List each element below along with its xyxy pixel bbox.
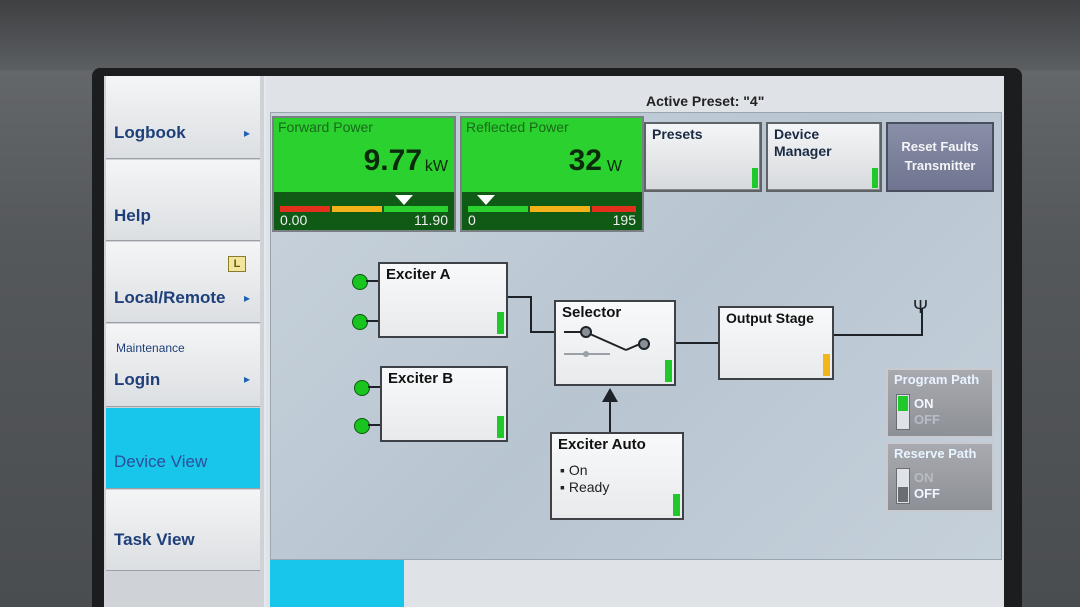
meter-value: 32: [568, 144, 602, 177]
local-mode-badge: L: [228, 256, 246, 272]
forward-power-meter[interactable]: Forward Power 9.77 kW 0.00 11.90: [272, 116, 456, 232]
meter-unit: kW: [424, 158, 448, 175]
program-path-panel[interactable]: Program Path ON OFF: [886, 368, 994, 438]
exciter-b-block[interactable]: Exciter B: [380, 366, 508, 442]
selector-block[interactable]: Selector: [554, 300, 676, 386]
chevron-right-icon: ▸: [243, 126, 250, 140]
scale-segment-amber: [332, 206, 382, 212]
reserve-path-panel[interactable]: Reserve Path ON OFF: [886, 442, 994, 512]
sidebar-item-label: Logbook: [114, 123, 186, 142]
status-indicator: [823, 354, 830, 376]
connector-wire: [366, 280, 378, 282]
chevron-right-icon: ▸: [243, 372, 250, 386]
sidebar: Logbook ▸ Help L Local/Remote ▸ Maintena…: [104, 76, 264, 607]
antenna-icon: Ψ: [913, 297, 929, 317]
option-on: ON: [914, 470, 934, 485]
connector-wire: [609, 402, 611, 432]
meter-value: 9.77: [363, 144, 422, 177]
block-title: Exciter A: [386, 266, 451, 283]
status-indicator: [872, 168, 878, 188]
status-indicator: [673, 494, 680, 516]
option-on: ON: [914, 396, 934, 411]
device-manager-button[interactable]: Device Manager: [766, 122, 882, 192]
toggle-thumb: [898, 487, 908, 502]
connector-wire: [530, 296, 532, 332]
connector-wire: [530, 331, 554, 333]
connector-wire: [506, 296, 532, 298]
status-indicator: [665, 360, 672, 382]
main-panel: Active Preset: "4" Forward Power 9.77 kW…: [266, 76, 1004, 607]
meter-min: 0: [468, 212, 476, 228]
bullet-icon: ▪: [560, 462, 569, 478]
presets-button[interactable]: Presets: [644, 122, 762, 192]
output-stage-block[interactable]: Output Stage: [718, 306, 834, 380]
option-off: OFF: [914, 412, 940, 427]
block-title: Selector: [562, 304, 622, 321]
switch-icon: [564, 326, 650, 357]
scale-segment-amber: [530, 206, 590, 212]
meter-min: 0.00: [280, 212, 308, 228]
button-label: Presets: [652, 126, 703, 142]
chevron-right-icon: ▸: [243, 291, 250, 305]
meter-unit: W: [606, 158, 622, 175]
touchscreen: Logbook ▸ Help L Local/Remote ▸ Maintena…: [104, 76, 1004, 607]
sidebar-item-label: Local/Remote: [114, 288, 226, 307]
path-title: Reserve Path: [894, 446, 977, 461]
button-label: Reset Faults: [901, 139, 979, 154]
sidebar-item-label: Device View: [114, 452, 208, 471]
block-title: Output Stage: [726, 310, 814, 326]
exciter-auto-block[interactable]: Exciter Auto ▪ On ▪ Ready: [550, 432, 684, 520]
connector-wire: [368, 386, 380, 388]
meter-title: Reflected Power: [466, 119, 569, 135]
meter-max: 195: [612, 212, 636, 228]
active-preset-label: Active Preset: "4": [646, 93, 765, 109]
connector-wire: [368, 424, 380, 426]
sidebar-item-task-view[interactable]: Task View: [106, 490, 260, 571]
input-led: [354, 380, 370, 396]
block-title: Exciter B: [388, 370, 454, 387]
sidebar-item-login[interactable]: Maintenance Login ▸: [106, 324, 260, 407]
sidebar-section-label: Maintenance: [116, 341, 185, 355]
status-indicator: [497, 312, 504, 334]
block-title: Exciter Auto: [558, 436, 646, 453]
exciter-a-block[interactable]: Exciter A: [378, 262, 508, 338]
meter-scale: 0.00 11.90: [274, 192, 454, 230]
reserve-path-toggle[interactable]: [896, 468, 910, 504]
scale-segment-green: [468, 206, 528, 212]
connector-wire: [366, 320, 378, 322]
button-label: Device Manager: [774, 126, 832, 159]
bottom-tab-highlight: [270, 560, 404, 607]
meter-title: Forward Power: [278, 119, 373, 135]
input-led: [354, 418, 370, 434]
sidebar-item-device-view[interactable]: Device View: [106, 408, 260, 489]
status-indicator: [752, 168, 758, 188]
reflected-power-meter[interactable]: Reflected Power 32 W 0 195: [460, 116, 644, 232]
button-label: Transmitter: [904, 158, 976, 173]
arrow-up-icon: [602, 388, 618, 402]
sidebar-item-help[interactable]: Help: [106, 160, 260, 241]
path-title: Program Path: [894, 372, 980, 387]
status-indicator: [497, 416, 504, 438]
meter-max: 11.90: [414, 212, 448, 228]
reset-faults-button[interactable]: Reset Faults Transmitter: [886, 122, 994, 192]
input-led: [352, 314, 368, 330]
status-line: ▪ Ready: [560, 479, 610, 495]
meter-pointer: [477, 195, 496, 205]
sidebar-item-local-remote[interactable]: L Local/Remote ▸: [106, 242, 260, 323]
option-off: OFF: [914, 486, 940, 501]
bullet-icon: ▪: [560, 479, 569, 495]
device-bezel-top: [0, 0, 1080, 70]
status-line: ▪ On: [560, 462, 588, 478]
sidebar-item-logbook[interactable]: Logbook ▸: [106, 76, 260, 159]
sidebar-item-label: Login: [114, 370, 161, 389]
meter-scale: 0 195: [462, 192, 642, 230]
toggle-thumb: [898, 396, 908, 411]
connector-wire: [832, 334, 922, 336]
sidebar-item-label: Help: [114, 206, 151, 225]
meter-pointer: [395, 195, 414, 205]
sidebar-item-label: Task View: [114, 530, 195, 549]
input-led: [352, 274, 368, 290]
connector-wire: [674, 342, 720, 344]
program-path-toggle[interactable]: [896, 394, 910, 430]
